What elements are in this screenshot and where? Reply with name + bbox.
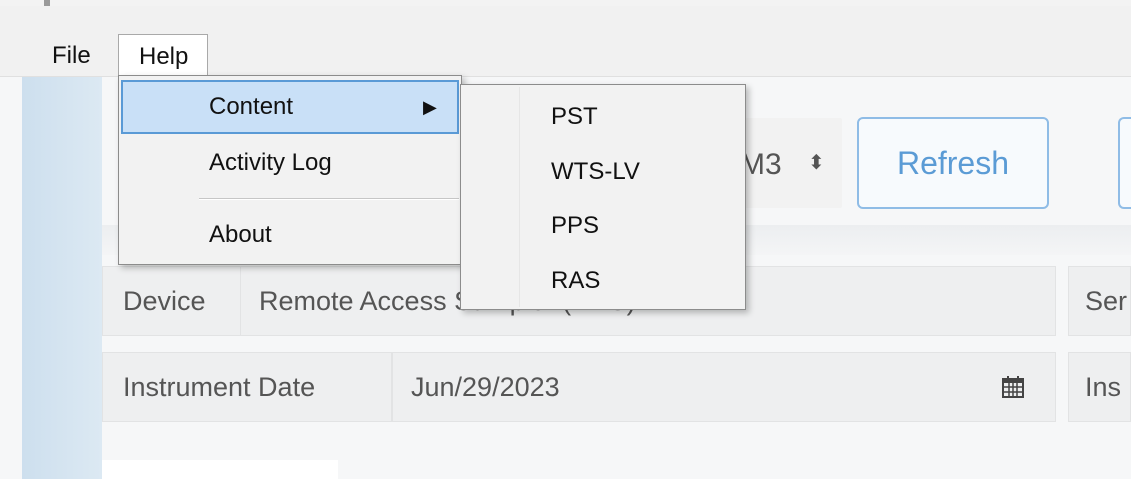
menu-item-about[interactable]: About (121, 208, 459, 262)
partial-button[interactable] (1118, 117, 1131, 209)
bottom-panel (102, 460, 338, 479)
menu-item-activity-log-label: Activity Log (209, 149, 332, 176)
device-label: Device (102, 266, 242, 336)
content-submenu: PST WTS-LV PPS RAS (460, 84, 746, 310)
refresh-button[interactable]: Refresh (857, 117, 1049, 209)
menu-file[interactable]: File (42, 38, 101, 74)
menu-item-content[interactable]: Content ▶ (121, 80, 459, 134)
updown-arrow-icon: ⬍ (808, 152, 825, 174)
instrument-label-partial: Ins (1068, 352, 1131, 422)
chevron-right-icon: ▶ (423, 97, 437, 117)
menu-bar: File Help (0, 6, 1131, 82)
device-select-value: M3 (740, 148, 782, 181)
menu-item-content-label: Content (209, 93, 294, 120)
serial-label: Ser (1068, 266, 1131, 336)
instrument-date-label: Instrument Date (102, 352, 392, 422)
instrument-date-field[interactable]: Jun/29/2023 (392, 352, 1056, 422)
sidebar (22, 77, 102, 479)
submenu-item-wts-lv[interactable]: WTS-LV (551, 157, 640, 187)
submenu-gutter (519, 87, 520, 307)
submenu-item-pps[interactable]: PPS (551, 211, 599, 241)
calendar-icon[interactable] (1000, 374, 1026, 400)
menu-separator (199, 198, 459, 200)
submenu-item-pst[interactable]: PST (551, 102, 598, 132)
submenu-item-ras[interactable]: RAS (551, 266, 600, 296)
help-menu: Content ▶ Activity Log About (118, 75, 462, 265)
menu-item-activity-log[interactable]: Activity Log (121, 136, 459, 190)
menu-item-about-label: About (209, 221, 272, 248)
